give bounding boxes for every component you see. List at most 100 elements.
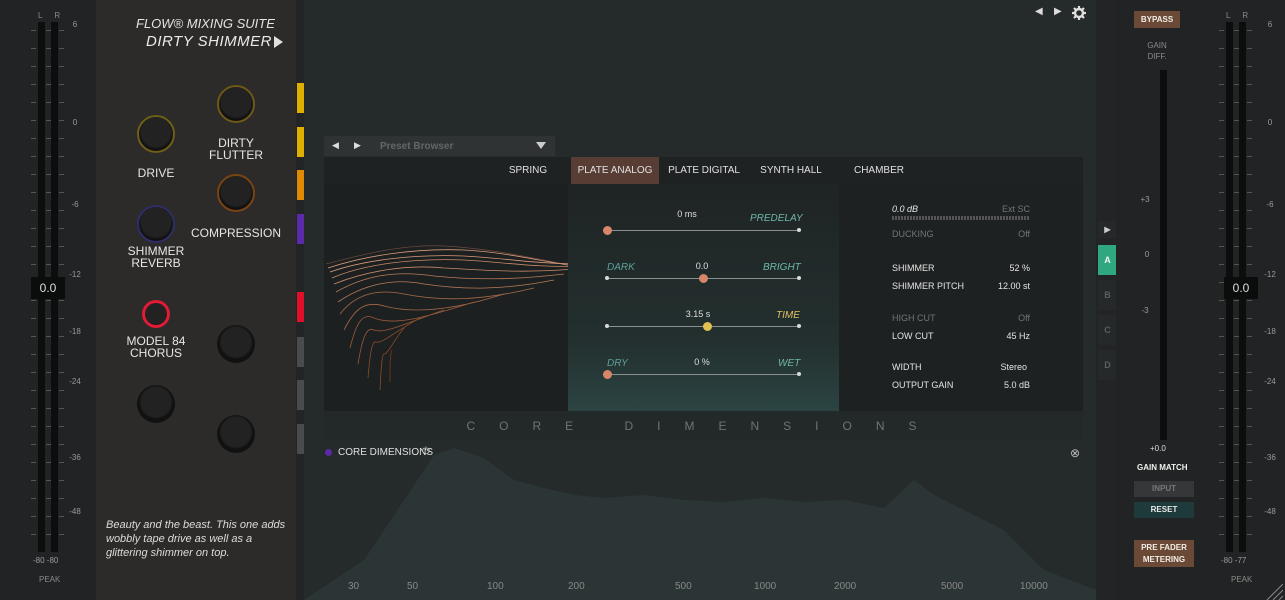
knob-dirty-flutter[interactable] — [217, 85, 255, 123]
ducking-value[interactable]: Off — [970, 229, 1030, 239]
shimmer-value[interactable]: 52 % — [970, 263, 1030, 273]
knob-compression[interactable] — [217, 174, 255, 212]
knob-drive[interactable] — [137, 115, 175, 153]
freq-label: 5000 — [941, 581, 964, 592]
preset-browser-label: Preset Browser — [380, 141, 454, 152]
meter-tick — [1234, 318, 1239, 319]
module-swatch[interactable] — [297, 380, 304, 410]
meter-tick — [59, 372, 64, 373]
meter-tick — [1219, 102, 1224, 103]
freq-label: 30 — [348, 581, 360, 592]
next-arrow-icon[interactable]: ▶ — [1054, 6, 1062, 17]
preset-next-icon[interactable]: ▶ — [354, 140, 361, 151]
time-thumb[interactable] — [703, 322, 712, 331]
meter-tick — [1247, 498, 1252, 499]
tab-chamber[interactable]: CHAMBER — [846, 157, 912, 184]
module-swatch[interactable] — [297, 127, 304, 157]
knob-empty[interactable] — [217, 415, 255, 453]
meter-tick — [46, 138, 51, 139]
module-swatch[interactable] — [297, 170, 304, 200]
meter-tick — [1247, 120, 1252, 121]
mix-thumb[interactable] — [603, 370, 612, 379]
reset-button[interactable]: RESET — [1134, 502, 1194, 518]
play-icon[interactable] — [274, 36, 283, 48]
close-icon[interactable]: ⊗ — [1070, 446, 1080, 460]
meter-tick — [1219, 48, 1224, 49]
power-icon[interactable]: ⏻ — [422, 446, 430, 457]
meter-readout[interactable]: 0.0 — [1224, 277, 1258, 299]
meter-scale-label: -24 — [1264, 377, 1276, 386]
meter-readout[interactable]: 0.0 — [31, 277, 65, 299]
preset-prev-icon[interactable]: ◀ — [332, 140, 339, 151]
dropdown-icon[interactable] — [536, 142, 546, 149]
meter-tick — [1247, 102, 1252, 103]
meter-tick — [31, 138, 36, 139]
tone-thumb[interactable] — [699, 274, 708, 283]
high-cut-value[interactable]: Off — [970, 313, 1030, 323]
tab-plate-analog[interactable]: PLATE ANALOG — [571, 157, 659, 184]
slot-a[interactable]: A — [1098, 245, 1117, 275]
meter-tick — [1247, 138, 1252, 139]
module-swatch[interactable] — [297, 214, 304, 244]
preset-name[interactable]: DIRTY SHIMMER — [146, 33, 272, 50]
meter-scale-label: -6 — [1266, 200, 1274, 209]
meter-tick — [1234, 300, 1239, 301]
output-gain-value[interactable]: 5.0 dB — [970, 380, 1030, 390]
predelay-slider[interactable] — [607, 230, 801, 231]
shimmer-pitch-value[interactable]: 12.00 st — [970, 281, 1030, 291]
low-cut-value[interactable]: 45 Hz — [970, 331, 1030, 341]
meter-tick — [1234, 516, 1239, 517]
slot-c[interactable]: C — [1098, 315, 1117, 345]
left-meter: L R 6 0 -6 -12 -18 -24 -36 -48 0.0 -80 -80 PEAK — [0, 0, 96, 600]
meter-tick — [1234, 48, 1239, 49]
meter-tick — [1247, 264, 1252, 265]
knob-empty[interactable] — [137, 385, 175, 423]
module-color-dot — [325, 449, 332, 456]
peak-values: -80 -77 — [1221, 556, 1247, 565]
ext-sc-toggle[interactable]: Ext SC — [970, 204, 1030, 214]
plugin-panel: ◀ ▶ Preset Browser SPRING PLATE ANALOG P… — [324, 136, 1083, 441]
input-button[interactable]: INPUT — [1134, 481, 1194, 497]
meter-tick — [46, 390, 51, 391]
pre-fader-metering-button[interactable]: PRE FADER METERING — [1134, 540, 1194, 567]
knob-empty[interactable] — [217, 325, 255, 363]
module-swatch[interactable] — [297, 424, 304, 454]
preset-browser[interactable]: ◀ ▶ Preset Browser — [324, 136, 555, 156]
module-swatch[interactable] — [297, 292, 304, 322]
meter-tick — [1247, 84, 1252, 85]
meter-tick — [1234, 66, 1239, 67]
meter-tick — [46, 156, 51, 157]
knob-model-84-chorus[interactable] — [142, 300, 170, 328]
slot-d[interactable]: D — [1098, 350, 1117, 380]
knob-label: MODEL 84 CHORUS — [126, 334, 186, 360]
meter-tick — [31, 84, 36, 85]
freq-label: 1000 — [754, 581, 777, 592]
meter-tick — [59, 30, 64, 31]
width-label: WIDTH — [892, 362, 922, 372]
meter-scale-label: 6 — [1267, 20, 1273, 29]
gd-value: +0.0 — [1150, 444, 1166, 453]
predelay-thumb[interactable] — [603, 226, 612, 235]
gear-icon[interactable] — [1072, 6, 1086, 20]
gd-scale: +3 — [1140, 195, 1150, 204]
peak-label: PEAK — [1231, 575, 1253, 584]
resize-handle-icon[interactable] — [1263, 580, 1283, 600]
mix-slider[interactable] — [607, 374, 801, 375]
slot-b[interactable]: B — [1098, 280, 1117, 310]
module-swatch[interactable] — [297, 83, 304, 113]
knob-shimmer-reverb[interactable] — [137, 205, 175, 243]
meter-tick — [31, 192, 36, 193]
prev-arrow-icon[interactable]: ◀ — [1035, 6, 1043, 17]
meter-tick — [1219, 426, 1224, 427]
module-swatch[interactable] — [297, 337, 304, 367]
meter-tick — [1219, 498, 1224, 499]
tab-synth-hall[interactable]: SYNTH HALL — [756, 157, 826, 184]
spectrum-analyzer — [304, 448, 1096, 600]
tab-spring[interactable]: SPRING — [504, 157, 552, 184]
tab-plate-digital[interactable]: PLATE DIGITAL — [662, 157, 746, 184]
width-value[interactable]: Stereo — [967, 362, 1027, 372]
ab-play-icon[interactable]: ▶ — [1098, 221, 1117, 238]
bypass-button[interactable]: BYPASS — [1134, 11, 1180, 28]
slider-end-dot — [605, 324, 609, 328]
meter-tick — [1247, 318, 1252, 319]
